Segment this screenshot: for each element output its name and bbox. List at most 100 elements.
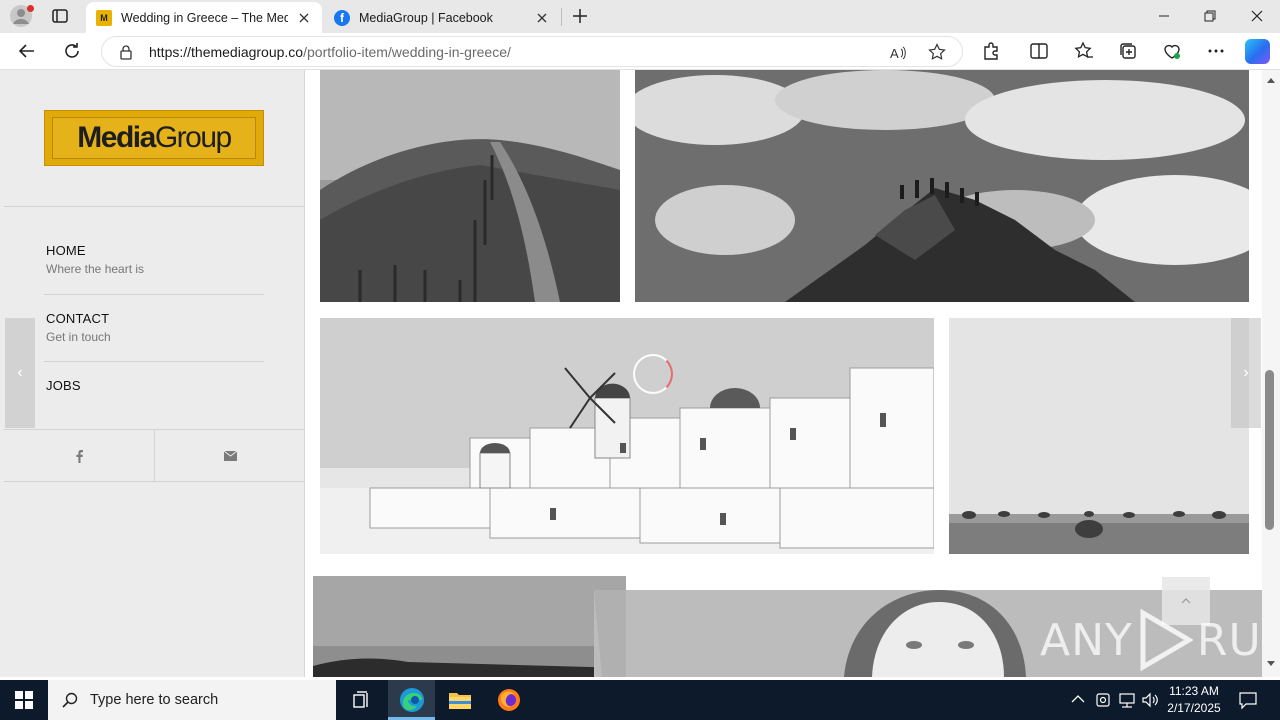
restore-icon — [1204, 10, 1216, 22]
close-icon[interactable] — [296, 10, 312, 26]
tab-strip: M Wedding in Greece – The Media f MediaG… — [0, 0, 1280, 33]
browser-toolbar: https://themediagroup.co/portfolio-item/… — [0, 33, 1280, 70]
address-bar[interactable]: https://themediagroup.co/portfolio-item/… — [101, 36, 963, 67]
collections-icon[interactable] — [1118, 41, 1138, 61]
gallery-photo-seaside[interactable] — [313, 576, 626, 677]
page-scrollbar[interactable] — [1262, 70, 1280, 677]
mail-link[interactable] — [155, 430, 305, 481]
browser-essentials-icon[interactable] — [1162, 41, 1182, 61]
logo-light-text: Group — [154, 121, 232, 154]
page-viewport: Media Group HOME Where the heart is CONTA… — [0, 70, 1280, 677]
clock-time: 11:23 AM — [1169, 684, 1219, 698]
tab-title: MediaGroup | Facebook — [359, 10, 493, 25]
scrollbar-thumb[interactable] — [1265, 370, 1274, 530]
facebook-favicon: f — [334, 9, 350, 26]
task-view-button[interactable] — [338, 680, 384, 720]
more-menu-icon[interactable] — [1206, 41, 1226, 61]
tab-separator — [561, 8, 562, 26]
windows-taskbar: Type here to search 11:23 AM 2/17/2025 — [0, 680, 1280, 720]
copilot-icon[interactable] — [1245, 39, 1270, 64]
url-text[interactable]: https://themediagroup.co/portfolio-item/… — [149, 44, 511, 60]
network-icon[interactable] — [1118, 691, 1136, 709]
file-explorer-button[interactable] — [437, 680, 483, 720]
back-icon[interactable] — [17, 41, 37, 61]
minimize-icon — [1159, 15, 1169, 17]
search-placeholder: Type here to search — [90, 692, 219, 708]
close-window-button[interactable] — [1234, 0, 1280, 32]
new-tab-icon[interactable] — [569, 5, 591, 27]
facebook-link[interactable] — [4, 430, 154, 481]
start-button[interactable] — [0, 680, 48, 720]
tab-title: Wedding in Greece – The Media — [121, 10, 288, 25]
close-icon — [1251, 10, 1263, 22]
restore-button[interactable] — [1187, 0, 1233, 32]
nav-label: JOBS — [46, 378, 81, 393]
volume-icon[interactable] — [1141, 691, 1159, 709]
chevron-right-icon: › — [1243, 364, 1249, 381]
firefox-button[interactable] — [486, 680, 532, 720]
gallery-photo-rocky-peak[interactable] — [635, 70, 1249, 302]
clock-date: 2/17/2025 — [1167, 701, 1221, 715]
gallery-photo-santorini[interactable] — [320, 318, 934, 554]
favorite-star-icon[interactable] — [928, 43, 946, 61]
site-sidebar: Media Group HOME Where the heart is CONTA… — [4, 70, 305, 677]
logo-bold-text: Media — [77, 121, 156, 154]
taskbar-search-box[interactable]: Type here to search — [48, 680, 336, 720]
divider — [44, 361, 264, 362]
nav-sublabel: Where the heart is — [46, 262, 145, 276]
mediagroup-favicon: M — [96, 9, 112, 26]
search-icon — [62, 692, 78, 708]
nav-sublabel: Get in touch — [46, 330, 111, 344]
url-host: https://themediagroup.co — [149, 44, 304, 60]
anyrun-watermark: ANY RUN — [1040, 608, 1280, 672]
split-screen-icon[interactable] — [1029, 41, 1049, 61]
chevron-up-icon[interactable] — [1071, 694, 1085, 704]
taskbar-clock[interactable]: 11:23 AM 2/17/2025 — [1163, 683, 1225, 717]
screen: M Wedding in Greece – The Media f MediaG… — [0, 0, 1280, 720]
read-aloud-icon[interactable]: A — [889, 44, 907, 62]
folder-icon — [449, 693, 471, 709]
notifications-icon[interactable] — [1238, 690, 1258, 710]
nav-item-jobs[interactable]: JOBS — [46, 378, 81, 393]
edge-browser-icon — [399, 688, 424, 712]
close-icon[interactable] — [534, 10, 550, 26]
logo-wordmark: Media Group — [52, 117, 256, 159]
favorites-icon[interactable] — [1074, 41, 1094, 61]
extensions-icon[interactable] — [981, 41, 1001, 61]
scroll-up-icon[interactable] — [1266, 76, 1276, 84]
refresh-icon[interactable] — [62, 41, 82, 61]
notification-dot — [27, 5, 34, 12]
device-icon[interactable] — [1095, 691, 1111, 709]
nav-item-home[interactable]: HOME Where the heart is — [46, 243, 144, 276]
divider — [44, 294, 264, 295]
nav-label: CONTACT — [46, 311, 110, 326]
gallery-photo-hay-bales[interactable] — [949, 318, 1249, 554]
firefox-icon — [498, 689, 520, 711]
tab-actions-icon[interactable] — [49, 5, 71, 27]
edge-taskbar-button[interactable] — [388, 680, 435, 720]
watermark-text-left: ANY — [1040, 614, 1133, 666]
chevron-up-icon — [1181, 598, 1191, 604]
task-view-icon — [353, 691, 368, 708]
divider — [4, 206, 304, 207]
facebook-icon — [76, 449, 83, 463]
tab-facebook[interactable]: f MediaGroup | Facebook — [324, 2, 560, 33]
scroll-down-icon[interactable] — [1266, 660, 1276, 668]
url-path: /portfolio-item/wedding-in-greece/ — [303, 44, 511, 60]
divider — [4, 481, 304, 482]
mediagroup-logo[interactable]: Media Group — [44, 110, 264, 166]
gallery-next-button[interactable]: › — [1231, 318, 1261, 428]
windows-logo-icon — [15, 691, 33, 709]
loading-spinner-icon — [633, 354, 673, 394]
nav-item-contact[interactable]: CONTACT Get in touch — [46, 311, 111, 344]
minimize-button[interactable] — [1141, 0, 1187, 32]
gallery-photo-hillside[interactable] — [320, 70, 620, 302]
tab-wedding-in-greece[interactable]: M Wedding in Greece – The Media — [86, 2, 322, 33]
play-logo-icon — [1140, 609, 1193, 671]
nav-label: HOME — [46, 243, 86, 258]
svg-text:A: A — [890, 46, 899, 61]
mail-icon — [223, 450, 237, 461]
chevron-left-icon: ‹ — [17, 364, 23, 381]
gallery-prev-button[interactable]: ‹ — [5, 318, 35, 428]
lock-icon[interactable] — [118, 44, 134, 60]
